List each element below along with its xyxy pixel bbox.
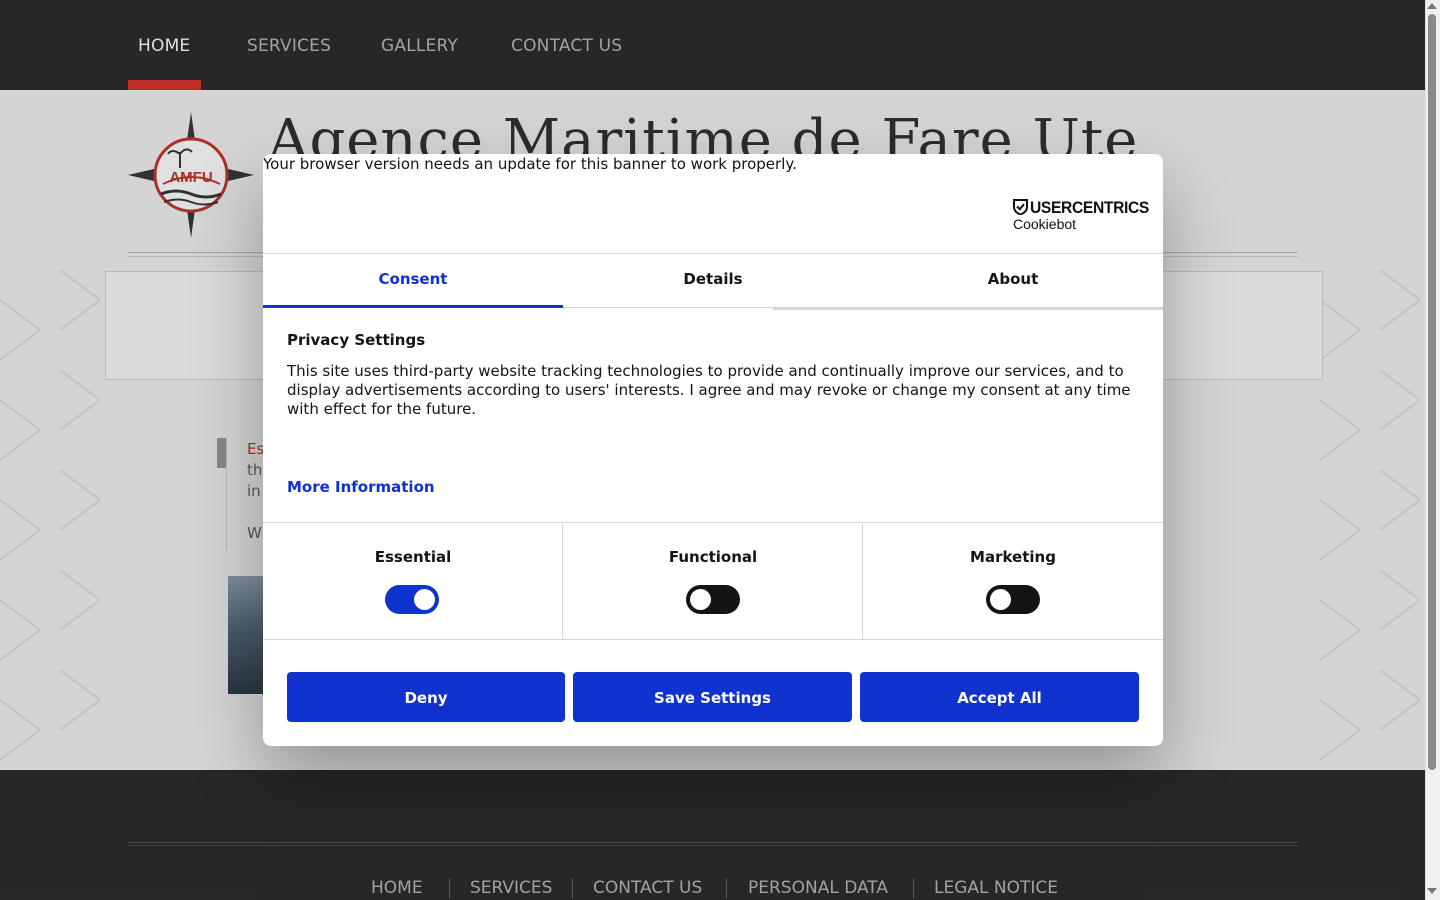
deny-button[interactable]: Deny [287,672,565,722]
accept-all-button[interactable]: Accept All [860,672,1139,722]
privacy-description: This site uses third-party website track… [287,362,1131,418]
categories-divider [263,522,1163,523]
category-label-essential: Essential [374,548,452,566]
marketing-toggle[interactable] [986,585,1040,614]
toggle-knob [690,589,711,610]
shield-check-icon [1013,199,1028,215]
category-separator [862,522,863,639]
tab-about[interactable]: About [863,254,1163,308]
brand-name: USERCENTRICS [1030,198,1149,217]
toggle-knob [990,589,1011,610]
category-separator [562,522,563,639]
tab-details[interactable]: Details [563,254,863,308]
privacy-settings-heading: Privacy Settings [287,331,426,349]
tab-consent[interactable]: Consent [263,254,563,308]
functional-toggle[interactable] [686,585,740,614]
brand-product: Cookiebot [1013,216,1077,232]
browser-update-message: Your browser version needs an update for… [263,155,797,173]
more-information-link[interactable]: More Information [287,478,435,496]
usercentrics-cookiebot-logo: USERCENTRICS Cookiebot [1013,198,1149,234]
cookie-consent-dialog: Your browser version needs an update for… [263,154,1163,746]
save-settings-button[interactable]: Save Settings [573,672,852,722]
tabs-divider [773,308,1163,310]
scrollbar-thumb[interactable] [1428,14,1436,770]
scroll-down-arrow-icon[interactable] [1427,888,1437,894]
active-tab-indicator [263,305,563,308]
scroll-up-arrow-icon[interactable] [1427,3,1437,9]
toggle-knob [414,589,435,610]
categories-divider [263,639,1163,640]
category-label-marketing: Marketing [970,548,1056,566]
category-label-functional: Functional [668,548,758,566]
essential-toggle[interactable] [385,585,439,614]
